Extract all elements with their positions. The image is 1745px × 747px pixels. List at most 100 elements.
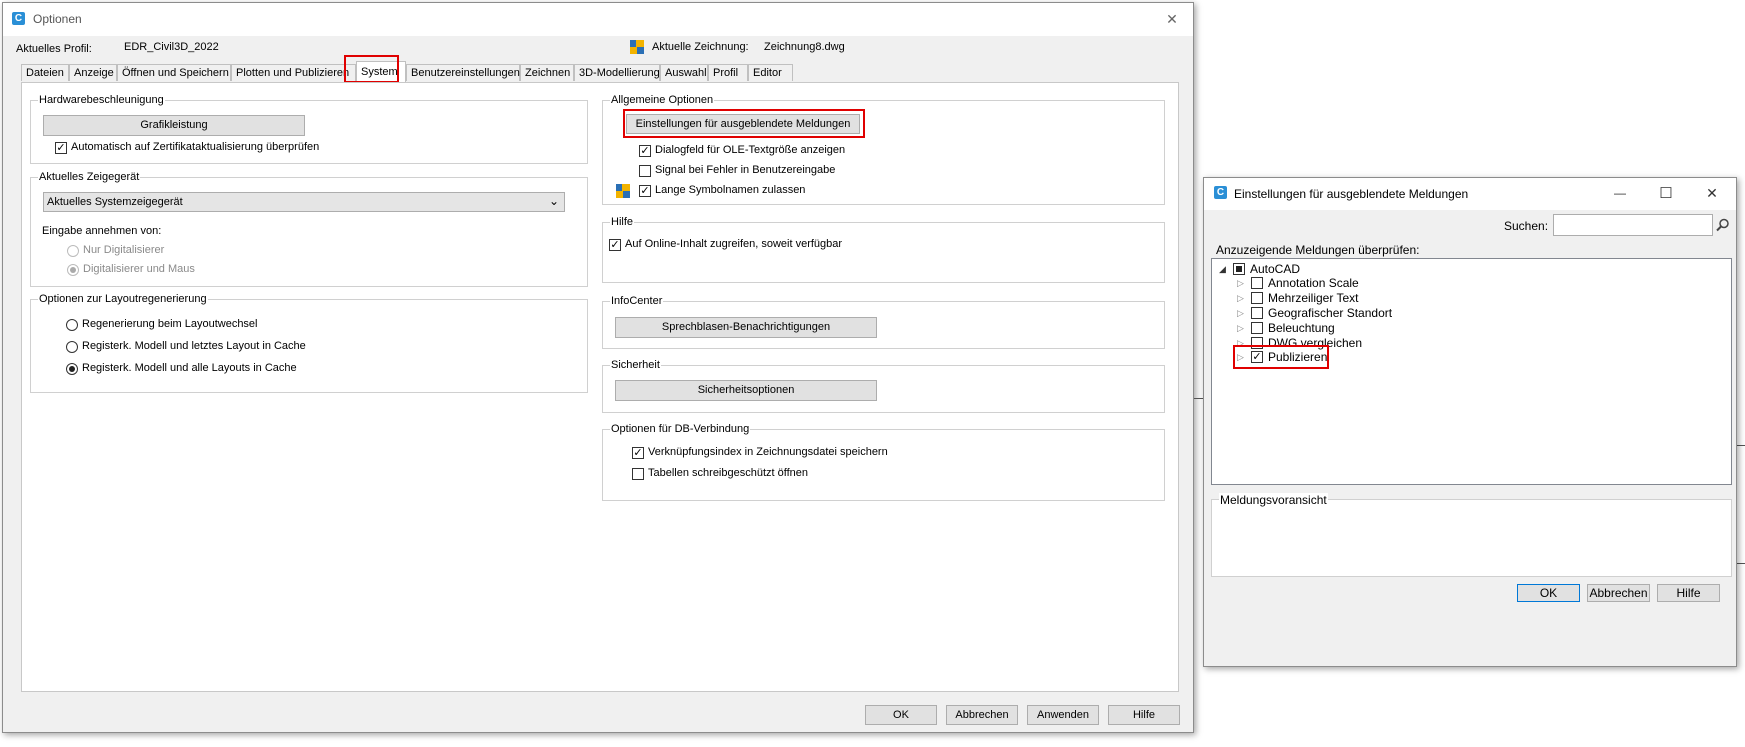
link-index-checkbox[interactable]: ✓ xyxy=(632,447,644,459)
online-content-label: Auf Online-Inhalt zugreifen, soweit verf… xyxy=(625,238,843,250)
tab-system[interactable]: System xyxy=(356,61,406,82)
pointer-group: Aktuelles Zeigegerät Aktuelles Systemzei… xyxy=(30,171,588,287)
options-titlebar: C Optionen ✕ xyxy=(3,3,1193,36)
tab-editor[interactable]: Editor xyxy=(748,64,793,81)
help-button[interactable]: Hilfe xyxy=(1657,584,1720,602)
maximize-icon[interactable]: ☐ xyxy=(1643,177,1689,210)
infocenter-group: InfoCenter Sprechblasen-Benachrichtigung… xyxy=(602,295,1165,349)
tree-item-label: Publizieren xyxy=(1268,350,1328,364)
tab-plotten-publizieren[interactable]: Plotten und Publizieren xyxy=(231,64,356,81)
tree-item: ▷ Geografischer Standort xyxy=(1212,305,1512,321)
tree-item-label: Mehrzeiliger Text xyxy=(1268,291,1359,305)
digitizer-only-radio[interactable] xyxy=(67,245,79,257)
collapse-triangle-icon[interactable]: ▷ xyxy=(1237,275,1244,291)
graphics-performance-button[interactable]: Grafikleistung xyxy=(43,115,305,136)
tab-profil[interactable]: Profil xyxy=(708,64,748,81)
tab-auswahl[interactable]: Auswahl xyxy=(660,64,708,81)
close-icon[interactable]: ✕ xyxy=(1149,3,1195,36)
tab-benutzereinstellungen[interactable]: Benutzereinstellungen xyxy=(406,64,520,81)
tables-readonly-checkbox[interactable] xyxy=(632,468,644,480)
link-index-label: Verknüpfungsindex in Zeichnungsdatei spe… xyxy=(648,446,888,458)
partial-check-indicator xyxy=(1236,266,1242,272)
close-icon[interactable]: ✕ xyxy=(1689,177,1735,210)
civil3d-app-icon: C xyxy=(12,12,25,25)
tree-item: ▷ Beleuchtung xyxy=(1212,320,1512,336)
tree-item: ▷ Annotation Scale xyxy=(1212,275,1512,291)
help-group: Hilfe ✓ Auf Online-Inhalt zugreifen, sow… xyxy=(602,216,1165,283)
digitizer-and-mouse-label: Digitalisierer und Maus xyxy=(83,263,195,275)
drawing-value: Zeichnung8.dwg xyxy=(764,41,845,53)
cancel-button[interactable]: Abbrechen xyxy=(946,705,1018,725)
message-preview-box: Meldungsvoransicht xyxy=(1211,493,1732,577)
tree-item-label: Geografischer Standort xyxy=(1268,306,1393,320)
ole-dialog-checkbox[interactable]: ✓ xyxy=(639,145,651,157)
long-symbol-names-checkbox[interactable]: ✓ xyxy=(639,185,651,197)
ok-button[interactable]: OK xyxy=(1517,584,1580,602)
system-tab-panel: Hardwarebeschleunigung Grafikleistung ✓ … xyxy=(21,82,1179,692)
balloon-notifications-button[interactable]: Sprechblasen-Benachrichtigungen xyxy=(615,317,877,338)
security-group: Sicherheit Sicherheitsoptionen xyxy=(602,359,1165,413)
tree-item-checkbox[interactable] xyxy=(1251,292,1263,304)
collapse-triangle-icon[interactable]: ▷ xyxy=(1237,320,1244,336)
minimize-icon[interactable]: — xyxy=(1597,177,1643,210)
tab-anzeige[interactable]: Anzeige xyxy=(69,64,117,81)
chevron-down-icon: ⌄ xyxy=(549,194,560,208)
hardware-group-title: Hardwarebeschleunigung xyxy=(38,94,165,106)
regen-on-switch-radio[interactable] xyxy=(66,319,78,331)
background-line xyxy=(1737,563,1745,564)
tree-item-checkbox[interactable] xyxy=(1251,322,1263,334)
tree-root-checkbox[interactable] xyxy=(1233,263,1245,275)
hidden-messages-title: Einstellungen für ausgeblendete Meldunge… xyxy=(1234,187,1469,201)
ok-button[interactable]: OK xyxy=(865,705,937,725)
layout-regen-group: Optionen zur Layoutregenerierung Regener… xyxy=(30,293,588,393)
tables-readonly-label: Tabellen schreibgeschützt öffnen xyxy=(648,467,809,479)
general-options-title: Allgemeine Optionen xyxy=(610,94,715,106)
input-error-beep-checkbox[interactable] xyxy=(639,165,651,177)
pointer-device-select[interactable]: Aktuelles Systemzeigegerät ⌄ xyxy=(43,192,565,212)
collapse-triangle-icon[interactable]: ▷ xyxy=(1237,305,1244,321)
messages-tree: ◢ AutoCAD ▷ Annotation Scale ▷ Mehrzeili… xyxy=(1211,258,1732,485)
input-source-label: Eingabe annehmen von: xyxy=(42,225,162,237)
search-input[interactable] xyxy=(1553,214,1713,236)
search-icon[interactable] xyxy=(1716,218,1730,232)
cancel-button[interactable]: Abbrechen xyxy=(1587,584,1650,602)
tab-3d-modellierung[interactable]: 3D-Modellierung xyxy=(574,64,660,81)
publizieren-checkbox[interactable]: ✓ xyxy=(1251,351,1263,363)
db-connection-group: Optionen für DB-Verbindung ✓ Verknüpfung… xyxy=(602,423,1165,501)
tab-zeichnen[interactable]: Zeichnen xyxy=(520,64,574,81)
tree-item-label: Annotation Scale xyxy=(1268,276,1359,290)
security-group-title: Sicherheit xyxy=(610,359,661,371)
help-group-title: Hilfe xyxy=(610,216,635,228)
digitizer-and-mouse-radio[interactable] xyxy=(67,264,79,276)
cache-model-last-label: Registerk. Modell und letztes Layout in … xyxy=(82,340,306,352)
infocenter-group-title: InfoCenter xyxy=(610,295,664,307)
db-connection-group-title: Optionen für DB-Verbindung xyxy=(610,423,751,435)
hidden-messages-titlebar: C Einstellungen für ausgeblendete Meldun… xyxy=(1204,178,1736,210)
online-content-checkbox[interactable]: ✓ xyxy=(609,239,621,251)
collapse-triangle-icon[interactable]: ▷ xyxy=(1237,349,1244,365)
apply-button[interactable]: Anwenden xyxy=(1027,705,1099,725)
cache-model-last-radio[interactable] xyxy=(66,341,78,353)
security-options-button[interactable]: Sicherheitsoptionen xyxy=(615,380,877,401)
cache-model-all-label: Registerk. Modell und alle Layouts in Ca… xyxy=(82,362,297,374)
civil3d-app-icon: C xyxy=(1214,186,1227,199)
dialog-title: Optionen xyxy=(33,12,82,26)
tree-item-publizieren: ▷ ✓ Publizieren xyxy=(1212,349,1512,365)
pointer-device-value: Aktuelles Systemzeigegerät xyxy=(47,196,183,208)
layout-regen-group-title: Optionen zur Layoutregenerierung xyxy=(38,293,208,305)
cache-model-all-radio[interactable] xyxy=(66,363,78,375)
tree-item: ▷ Mehrzeiliger Text xyxy=(1212,290,1512,306)
hidden-messages-settings-button[interactable]: Einstellungen für ausgeblendete Meldunge… xyxy=(626,114,860,134)
tree-item-checkbox[interactable] xyxy=(1251,337,1263,349)
tree-item-checkbox[interactable] xyxy=(1251,307,1263,319)
cert-update-checkbox[interactable]: ✓ xyxy=(55,142,67,154)
search-label: Suchen: xyxy=(1504,219,1549,233)
tab-oeffnen-speichern[interactable]: Öffnen und Speichern xyxy=(117,64,231,81)
tree-item-checkbox[interactable] xyxy=(1251,277,1263,289)
help-button[interactable]: Hilfe xyxy=(1108,705,1180,725)
collapse-triangle-icon[interactable]: ▷ xyxy=(1237,290,1244,306)
pointer-group-title: Aktuelles Zeigegerät xyxy=(38,171,141,183)
message-preview-label: Meldungsvoransicht xyxy=(1219,493,1328,507)
drawing-icon xyxy=(630,40,644,54)
tab-dateien[interactable]: Dateien xyxy=(21,64,69,81)
